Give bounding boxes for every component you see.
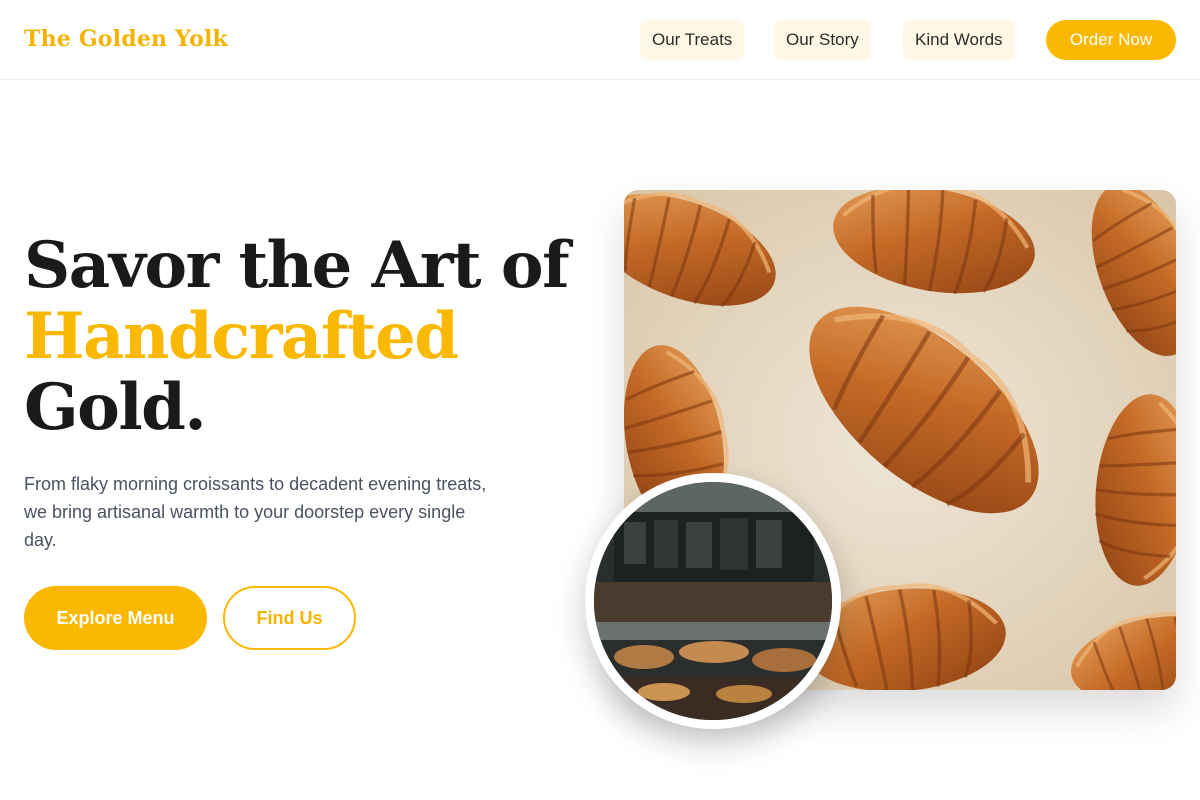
brand-logo[interactable]: The Golden Yolk xyxy=(24,26,228,52)
hero-title-accent: Handcrafted xyxy=(24,299,459,374)
bakery-interior-photo xyxy=(585,473,841,729)
hero-title: Savor the Art of Handcrafted Gold. xyxy=(24,228,570,445)
nav-link-our-treats[interactable]: Our Treats xyxy=(640,20,745,60)
hero-title-line-3: Gold. xyxy=(24,370,207,445)
find-us-button[interactable]: Find Us xyxy=(223,586,356,650)
hero-title-line-1: Savor the Art of xyxy=(24,228,570,303)
order-now-button[interactable]: Order Now xyxy=(1046,20,1176,60)
nav-link-kind-words[interactable]: Kind Words xyxy=(903,20,1015,60)
bakery-interior-illustration xyxy=(594,482,832,720)
site-header: The Golden Yolk Our Treats Our Story Kin… xyxy=(0,0,1200,80)
explore-menu-button[interactable]: Explore Menu xyxy=(24,586,207,650)
hero-subtitle: From flaky morning croissants to decaden… xyxy=(24,474,487,550)
nav-link-our-story[interactable]: Our Story xyxy=(774,20,871,60)
